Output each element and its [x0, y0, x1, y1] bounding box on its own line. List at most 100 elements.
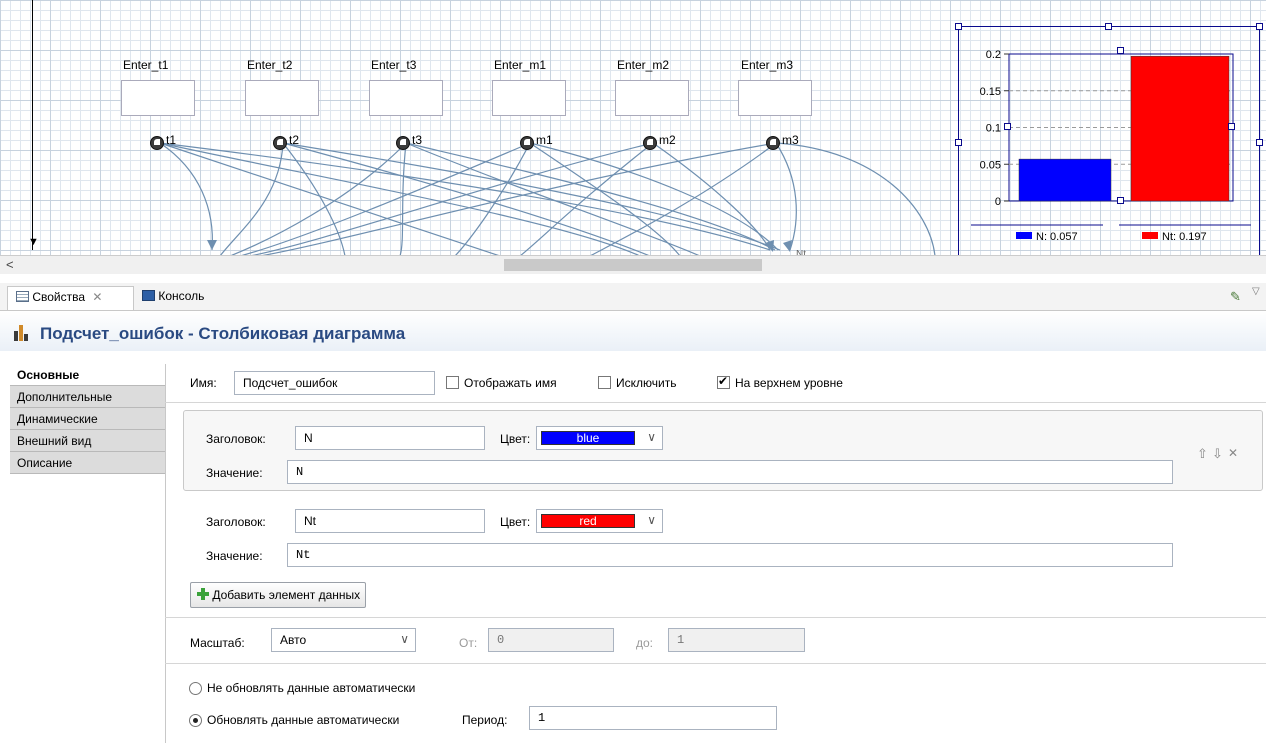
from-field[interactable]: 0: [488, 628, 614, 652]
auto-update-label[interactable]: Обновлять данные автоматически: [207, 713, 399, 727]
bar-chart-plot: 0.2 0.15 0.1 0.05 0 N: 0.057 Nt: 0.197: [971, 49, 1251, 243]
item-color-label: Цвет:: [500, 515, 531, 529]
enter-field-m1[interactable]: [492, 80, 566, 116]
scrollbar-thumb[interactable]: [504, 259, 762, 271]
parameter-icon[interactable]: [150, 136, 164, 150]
remove-item-icon[interactable]: ✕: [1228, 446, 1238, 460]
enter-label-t2: Enter_t2: [247, 58, 293, 72]
enter-label-t1: Enter_t1: [123, 58, 169, 72]
auto-update-radio[interactable]: [189, 714, 202, 727]
enter-label-m2: Enter_m2: [617, 58, 670, 72]
sidebar-item-advanced[interactable]: Дополнительные: [10, 386, 165, 408]
parameter-icon[interactable]: [396, 136, 410, 150]
partial-node-label: Nt: [796, 249, 806, 255]
move-up-icon[interactable]: ⇧: [1197, 446, 1208, 462]
resize-handle[interactable]: [1228, 123, 1235, 130]
add-data-item-label: Добавить элемент данных: [212, 588, 361, 602]
param-label-t2: t2: [289, 133, 300, 147]
divider: [165, 663, 1266, 664]
resize-handle[interactable]: [1117, 197, 1124, 204]
resize-handle[interactable]: [1256, 23, 1263, 30]
bar-chart[interactable]: 0.2 0.15 0.1 0.05 0 N: 0.057 Nt: 0.197: [958, 26, 1260, 258]
period-label: Период:: [462, 713, 508, 727]
name-field[interactable]: Подсчет_ошибок: [234, 371, 435, 395]
item-title-field[interactable]: Nt: [295, 509, 485, 533]
enter-field-t1[interactable]: [121, 80, 195, 116]
parameter-icon[interactable]: [273, 136, 287, 150]
item-title-label: Заголовок:: [206, 432, 266, 446]
color-swatch: red: [541, 514, 635, 528]
no-auto-update-label[interactable]: Не обновлять данные автоматически: [207, 681, 415, 695]
resize-handle[interactable]: [1117, 47, 1124, 54]
sidebar-item-description[interactable]: Описание: [10, 452, 165, 474]
item-title-field[interactable]: N: [295, 426, 485, 450]
enter-field-m2[interactable]: [615, 80, 689, 116]
item-color-label: Цвет:: [500, 432, 531, 446]
item-value-field[interactable]: N: [287, 460, 1173, 484]
tab-console[interactable]: Консоль: [134, 286, 212, 310]
enter-label-m3: Enter_m3: [741, 58, 794, 72]
bar-N: [1018, 158, 1112, 202]
resize-handle[interactable]: [955, 23, 962, 30]
properties-heading: Подсчет_ошибок - Столбиковая диаграмма: [0, 311, 1266, 351]
bar-Nt: [1130, 55, 1230, 202]
legend-swatch: [1142, 232, 1158, 239]
to-label: до:: [636, 636, 654, 650]
sidebar-item-appearance[interactable]: Внешний вид: [10, 430, 165, 452]
top-level-label[interactable]: На верхнем уровне: [735, 376, 843, 390]
exclude-checkbox[interactable]: [598, 376, 611, 389]
move-down-icon[interactable]: ⇩: [1212, 446, 1223, 462]
exclude-label[interactable]: Исключить: [616, 376, 676, 390]
chevron-down-icon: ∨: [400, 632, 409, 646]
bar-chart-icon: [13, 325, 31, 341]
page-title: Подсчет_ошибок - Столбиковая диаграмма: [40, 324, 406, 343]
view-menu-icon[interactable]: ▽: [1252, 286, 1260, 297]
enter-label-t3: Enter_t3: [371, 58, 417, 72]
parameter-icon[interactable]: [766, 136, 780, 150]
item-value-field[interactable]: Nt: [287, 543, 1173, 567]
top-level-checkbox[interactable]: [717, 374, 730, 389]
enter-field-t3[interactable]: [369, 80, 443, 116]
scale-label: Масштаб:: [190, 636, 245, 650]
horizontal-scrollbar[interactable]: <: [0, 255, 1266, 274]
pin-icon[interactable]: ✎: [1230, 289, 1241, 305]
item-color-select[interactable]: blue ∨: [536, 426, 663, 450]
tab-properties-label: Свойства: [32, 290, 86, 304]
param-label-m1: m1: [536, 133, 553, 147]
model-canvas[interactable]: ▼ Enter_t1 Enter_t2 Enter_t3 Enter_m1 En…: [0, 0, 1266, 274]
resize-handle[interactable]: [1256, 139, 1263, 146]
chevron-down-icon: ∨: [647, 430, 656, 444]
tab-properties[interactable]: Свойства ✕: [7, 286, 134, 310]
scale-value: Авто: [280, 633, 307, 647]
legend-label: Nt: 0.197: [1162, 231, 1207, 243]
y-tick-label: 0.05: [980, 159, 1001, 171]
show-name-label[interactable]: Отображать имя: [464, 376, 557, 390]
resize-handle[interactable]: [955, 139, 962, 146]
period-field[interactable]: 1: [529, 706, 777, 730]
plus-icon: [197, 588, 209, 600]
enter-field-m3[interactable]: [738, 80, 812, 116]
resize-handle[interactable]: [1004, 123, 1011, 130]
resize-handle[interactable]: [1105, 23, 1112, 30]
from-label: От:: [459, 636, 478, 650]
console-icon: [142, 290, 155, 301]
sidebar-item-dynamic[interactable]: Динамические: [10, 408, 165, 430]
param-label-t3: t3: [412, 133, 423, 147]
scroll-left-icon[interactable]: <: [6, 257, 14, 272]
parameter-icon[interactable]: [643, 136, 657, 150]
add-data-item-button[interactable]: Добавить элемент данных: [190, 582, 367, 608]
no-auto-update-radio[interactable]: [189, 682, 202, 695]
scale-select[interactable]: Авто ∨: [271, 628, 416, 652]
close-icon[interactable]: ✕: [92, 290, 102, 304]
enter-field-t2[interactable]: [245, 80, 319, 116]
y-tick-label: 0.1: [986, 123, 1001, 135]
legend-label: N: 0.057: [1036, 231, 1078, 243]
to-field[interactable]: 1: [668, 628, 805, 652]
parameter-icon[interactable]: [520, 136, 534, 150]
y-tick-label: 0: [995, 196, 1001, 208]
sidebar-item-basic[interactable]: Основные: [10, 364, 165, 386]
y-tick-label: 0.2: [986, 49, 1001, 61]
show-name-checkbox[interactable]: [446, 376, 459, 389]
param-label-m3: m3: [782, 133, 799, 147]
item-color-select[interactable]: red ∨: [536, 509, 663, 533]
